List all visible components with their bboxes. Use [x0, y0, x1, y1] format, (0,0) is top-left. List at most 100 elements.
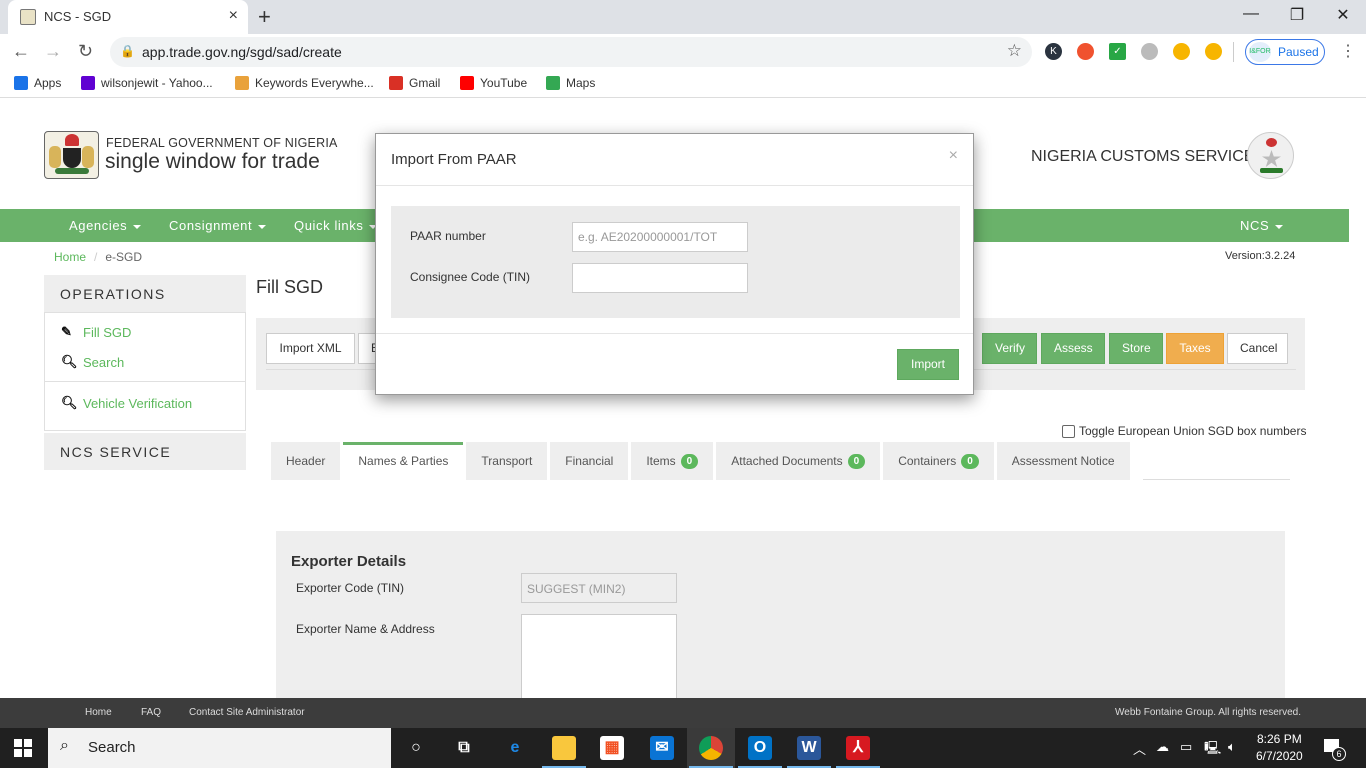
new-tab-button[interactable]: + [258, 4, 271, 30]
windows-start-icon[interactable] [14, 739, 32, 757]
sidebar-item-search[interactable]: 🔍︎ Search [45, 347, 245, 377]
tray-chevron-icon[interactable]: ︿ [1133, 739, 1146, 758]
store-icon[interactable]: ▦ [600, 736, 624, 760]
notifications-icon[interactable]: 6 [1322, 737, 1346, 761]
exporter-address-textarea[interactable] [521, 614, 677, 698]
tab-names-parties[interactable]: Names & Parties [343, 442, 464, 480]
cortana-icon[interactable]: ○ [404, 736, 428, 760]
eu-toggle-checkbox[interactable] [1062, 424, 1075, 438]
tabs-underline [1143, 479, 1290, 480]
gov-line: FEDERAL GOVERNMENT OF NIGERIA [106, 136, 338, 150]
chat-extension-icon[interactable] [1141, 43, 1158, 60]
back-button[interactable]: ← [12, 41, 30, 62]
paar-number-input[interactable]: e.g. AE20200000001/TOT [572, 222, 748, 252]
exporter-code-label: Exporter Code (TIN) [296, 581, 405, 595]
bookmark-item[interactable]: Maps [546, 76, 595, 90]
import-xml-button[interactable]: Import XML [266, 333, 355, 364]
exporter-code-input[interactable]: SUGGEST (MIN2) [521, 573, 677, 603]
store-button[interactable]: Store [1109, 333, 1163, 364]
footer-link-contact[interactable]: Contact Site Administrator [189, 707, 305, 718]
breadcrumb-home[interactable]: Home [54, 250, 86, 264]
nav-consignment-label: Consignment [169, 218, 253, 233]
modal-title: Import From PAAR [391, 151, 517, 168]
url-text[interactable]: app.trade.gov.ng/sgd/sad/create [142, 44, 342, 60]
mail-icon[interactable]: ✉ [650, 736, 674, 760]
tab-header[interactable]: Header [271, 442, 341, 480]
window-close-button[interactable]: ✕ [1320, 5, 1366, 25]
taskbar-search[interactable]: ⌕ Search [48, 728, 391, 768]
cancel-button[interactable]: Cancel [1227, 333, 1288, 364]
lighthouse-extension-icon[interactable] [1077, 43, 1094, 60]
footer-link-faq[interactable]: FAQ [141, 707, 161, 718]
chrome-icon[interactable] [699, 736, 723, 760]
bookmark-favicon-icon [81, 76, 95, 90]
eu-toggle[interactable]: Toggle European Union SGD box numbers [1062, 424, 1306, 438]
minimize-button[interactable]: — [1228, 5, 1274, 23]
search-extension-icon[interactable] [1173, 43, 1190, 60]
bookmark-favicon-icon [460, 76, 474, 90]
nav-consignment[interactable]: Consignment [169, 218, 267, 233]
acrobat-icon[interactable]: ⅄ [846, 736, 870, 760]
taxes-button[interactable]: Taxes [1166, 333, 1224, 364]
breadcrumb-current: e-SGD [105, 250, 143, 264]
bookmark-item[interactable]: Apps [14, 76, 61, 90]
tab-assessment-notice[interactable]: Assessment Notice [996, 442, 1130, 480]
bookmark-item[interactable]: Keywords Everywhe... [235, 76, 374, 90]
ncs-service-heading: NCS SERVICE [44, 433, 246, 470]
nav-agencies[interactable]: Agencies [69, 218, 142, 233]
task-view-icon[interactable]: ⧉ [452, 736, 476, 760]
address-bar[interactable]: 🔒 app.trade.gov.ng/sgd/sad/create ☆ [110, 37, 1032, 67]
consignee-tin-input[interactable] [572, 263, 748, 293]
tab-financial[interactable]: Financial [550, 442, 629, 480]
tab-transport[interactable]: Transport [466, 442, 548, 480]
browser-menu-icon[interactable]: ⋮ [1340, 41, 1356, 61]
verify-button[interactable]: Verify [982, 333, 1037, 364]
bookmark-star-icon[interactable]: ☆ [1007, 41, 1022, 61]
bookmark-label: Apps [34, 76, 62, 90]
profile-button[interactable]: I&FOR Paused [1245, 39, 1325, 65]
outlook-icon[interactable]: O [748, 736, 772, 760]
onedrive-icon[interactable]: ☁ [1156, 739, 1169, 755]
forward-button[interactable]: → [44, 41, 62, 62]
word-icon[interactable]: W [797, 736, 821, 760]
tab-containers[interactable]: Containers 0 [883, 442, 994, 480]
tab-items[interactable]: Items 0 [631, 442, 714, 480]
edge-icon[interactable]: e [503, 736, 527, 760]
assess-button[interactable]: Assess [1041, 333, 1105, 364]
power-icon[interactable]: ▭ [1180, 739, 1192, 755]
modal-close-icon[interactable]: × [949, 147, 958, 165]
brand-title: single window for trade [105, 150, 320, 173]
tab-close-icon[interactable]: × [229, 7, 238, 25]
browser-tab[interactable]: NCS - SGD × [8, 0, 248, 34]
bookmark-favicon-icon [14, 76, 28, 90]
k-extension-icon[interactable]: K [1045, 43, 1062, 60]
file-explorer-icon[interactable] [552, 736, 576, 760]
sidebar-item-label: Fill SGD [83, 324, 132, 340]
import-button[interactable]: Import [897, 349, 959, 380]
sidebar-item-vehicle-verification[interactable]: 🔍︎ Vehicle Verification [45, 388, 245, 418]
network-icon[interactable]: 🖳 [1204, 739, 1221, 761]
home-extension-icon[interactable] [1205, 43, 1222, 60]
tab-label: Containers [898, 454, 957, 468]
volume-icon[interactable]: 🔈︎ [1228, 739, 1236, 755]
bookmark-item[interactable]: Gmail [389, 76, 440, 90]
bookmark-item[interactable]: wilsonjewit - Yahoo... [81, 76, 213, 90]
nav-ncs[interactable]: NCS [1240, 218, 1284, 233]
exporter-panel [276, 531, 1285, 698]
checkmark-extension-icon[interactable]: ✓ [1109, 43, 1126, 60]
reload-button[interactable]: ↻ [78, 41, 93, 62]
bookmark-item[interactable]: YouTube [460, 76, 527, 90]
footer-link-home[interactable]: Home [85, 707, 112, 718]
bookmark-label: wilsonjewit - Yahoo... [101, 76, 213, 90]
import-paar-modal: Import From PAAR × PAAR number e.g. AE20… [375, 133, 974, 395]
nav-quick-links[interactable]: Quick links [294, 218, 378, 233]
nav-quick-links-label: Quick links [294, 218, 364, 233]
sidebar-item-fill-sgd[interactable]: ✎ Fill SGD [45, 317, 245, 347]
restore-button[interactable]: ❐ [1274, 5, 1320, 25]
tab-attached-documents[interactable]: Attached Documents 0 [716, 442, 881, 480]
clock-date: 6/7/2020 [1256, 749, 1303, 763]
tab-label: Assessment Notice [1011, 454, 1115, 468]
taskbar-clock[interactable]: 8:26 PM 6/7/2020 [1256, 731, 1303, 765]
breadcrumb: Home / e-SGD [54, 250, 142, 264]
bookmark-label: Maps [566, 76, 596, 90]
